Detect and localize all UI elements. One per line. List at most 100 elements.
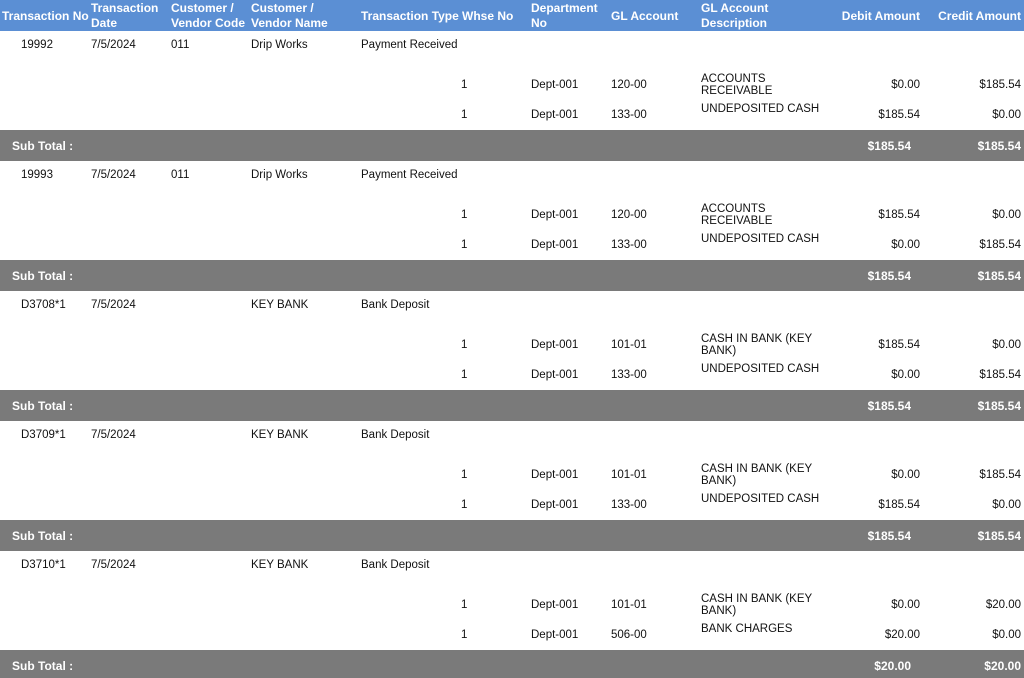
debit-amount: $0.00 — [891, 79, 920, 91]
department-no: Dept-001 — [531, 109, 579, 121]
credit-amount: $185.54 — [979, 469, 1021, 481]
transaction-date: 7/5/2024 — [91, 559, 136, 571]
transaction-no[interactable]: D3709*1 — [21, 429, 66, 442]
subtotal-row: Sub Total : $185.54 $185.54 — [0, 260, 1024, 291]
col-header-whse-no[interactable]: Whse No — [462, 9, 513, 24]
gl-account-description: ACCOUNTS RECEIVABLE — [701, 203, 773, 227]
col-header-customer-vendor-name[interactable]: Customer / Vendor Name — [251, 1, 328, 31]
whse-no: 1 — [461, 209, 468, 221]
customer-vendor-name: KEY BANK — [251, 429, 309, 441]
transaction-type: Bank Deposit — [361, 429, 430, 441]
col-header-transaction-no[interactable]: Transaction No — [2, 9, 89, 24]
col-header-debit-amount[interactable]: Debit Amount — [842, 9, 920, 24]
gl-account-description: UNDEPOSITED CASH — [701, 493, 820, 505]
department-no: Dept-001 — [531, 629, 579, 641]
whse-no: 1 — [461, 339, 468, 351]
department-no: Dept-001 — [531, 599, 579, 611]
customer-vendor-name: Drip Works — [251, 39, 308, 51]
subtotal-label: Sub Total : — [12, 139, 74, 153]
transaction-date: 7/5/2024 — [91, 429, 136, 441]
transaction-no[interactable]: D3708*1 — [21, 299, 66, 312]
transaction-type: Bank Deposit — [361, 299, 430, 311]
col-header-transaction-date[interactable]: Transaction Date — [91, 1, 158, 31]
transaction-report: Transaction No Transaction Date Customer… — [0, 0, 1024, 678]
col-header-gl-account[interactable]: GL Account — [611, 9, 678, 24]
gl-account-description: CASH IN BANK (KEY BANK) — [701, 463, 812, 487]
gl-account: 133-00 — [611, 109, 647, 121]
col-header-credit-amount[interactable]: Credit Amount — [938, 9, 1021, 24]
whse-no: 1 — [461, 109, 468, 121]
gl-account-description: CASH IN BANK (KEY BANK) — [701, 333, 812, 357]
subtotal-label: Sub Total : — [12, 659, 74, 673]
whse-no: 1 — [461, 629, 468, 641]
credit-amount: $0.00 — [992, 339, 1021, 351]
transaction-no[interactable]: D3710*1 — [21, 559, 66, 572]
gl-account-description: UNDEPOSITED CASH — [701, 363, 820, 375]
whse-no: 1 — [461, 79, 468, 91]
transaction-date: 7/5/2024 — [91, 299, 136, 311]
subtotal-row: Sub Total : $20.00 $20.00 — [0, 650, 1024, 678]
whse-no: 1 — [461, 239, 468, 251]
department-no: Dept-001 — [531, 369, 579, 381]
debit-amount: $0.00 — [891, 369, 920, 381]
gl-account: 133-00 — [611, 369, 647, 381]
subtotal-row: Sub Total : $185.54 $185.54 — [0, 390, 1024, 421]
debit-amount: $185.54 — [878, 109, 920, 121]
gl-account: 133-00 — [611, 499, 647, 511]
department-no: Dept-001 — [531, 239, 579, 251]
credit-amount: $185.54 — [979, 239, 1021, 251]
subtotal-debit: $185.54 — [867, 529, 911, 543]
col-header-department-no[interactable]: Department No — [531, 1, 598, 31]
subtotal-credit: $20.00 — [984, 659, 1021, 673]
credit-amount: $0.00 — [992, 109, 1021, 121]
customer-vendor-code: 011 — [171, 169, 190, 181]
transaction-no[interactable]: 19993 — [21, 169, 53, 182]
whse-no: 1 — [461, 599, 468, 611]
debit-amount: $20.00 — [884, 629, 920, 641]
gl-account-description: UNDEPOSITED CASH — [701, 233, 820, 245]
gl-account: 101-01 — [611, 339, 647, 351]
credit-amount: $185.54 — [979, 79, 1021, 91]
subtotal-debit: $20.00 — [874, 659, 911, 673]
subtotal-label: Sub Total : — [12, 269, 74, 283]
credit-amount: $20.00 — [985, 599, 1021, 611]
table-row: D3708*1 7/5/2024 KEY BANK Bank Deposit 1 Dept… — [0, 291, 1024, 390]
table-row: D3710*1 7/5/2024 KEY BANK Bank Deposit 1 Dept… — [0, 551, 1024, 650]
subtotal-label: Sub Total : — [12, 529, 74, 543]
gl-account: 120-00 — [611, 209, 647, 221]
subtotal-label: Sub Total : — [12, 399, 74, 413]
col-header-gl-account-description[interactable]: GL Account Description — [701, 1, 768, 31]
gl-account-description: UNDEPOSITED CASH — [701, 103, 820, 115]
transaction-date: 7/5/2024 — [91, 39, 136, 51]
debit-amount: $185.54 — [878, 209, 920, 221]
col-header-transaction-type[interactable]: Transaction Type — [361, 9, 459, 24]
subtotal-credit: $185.54 — [977, 139, 1021, 153]
department-no: Dept-001 — [531, 209, 579, 221]
whse-no: 1 — [461, 469, 468, 481]
table-row: 19993 7/5/2024 011 Drip Works Payment Receiv… — [0, 161, 1024, 260]
gl-account: 120-00 — [611, 79, 647, 91]
transaction-no[interactable]: 19992 — [21, 39, 53, 52]
subtotal-credit: $185.54 — [977, 529, 1021, 543]
customer-vendor-name: KEY BANK — [251, 299, 309, 311]
subtotal-row: Sub Total : $185.54 $185.54 — [0, 520, 1024, 551]
department-no: Dept-001 — [531, 339, 579, 351]
table-row: 19992 7/5/2024 011 Drip Works Payment Receiv… — [0, 31, 1024, 130]
col-header-customer-vendor-code[interactable]: Customer / Vendor Code — [171, 1, 245, 31]
subtotal-debit: $185.54 — [867, 399, 911, 413]
transaction-type: Payment Received — [361, 169, 458, 181]
customer-vendor-code: 011 — [171, 39, 190, 51]
subtotal-debit: $185.54 — [867, 269, 911, 283]
table-header: Transaction No Transaction Date Customer… — [0, 0, 1024, 31]
subtotal-row: Sub Total : $185.54 $185.54 — [0, 130, 1024, 161]
gl-account: 506-00 — [611, 629, 647, 641]
credit-amount: $0.00 — [992, 499, 1021, 511]
debit-amount: $0.00 — [891, 469, 920, 481]
subtotal-debit: $185.54 — [867, 139, 911, 153]
subtotal-credit: $185.54 — [977, 269, 1021, 283]
whse-no: 1 — [461, 499, 468, 511]
subtotal-credit: $185.54 — [977, 399, 1021, 413]
department-no: Dept-001 — [531, 499, 579, 511]
gl-account-description: CASH IN BANK (KEY BANK) — [701, 593, 812, 617]
transaction-type: Bank Deposit — [361, 559, 430, 571]
